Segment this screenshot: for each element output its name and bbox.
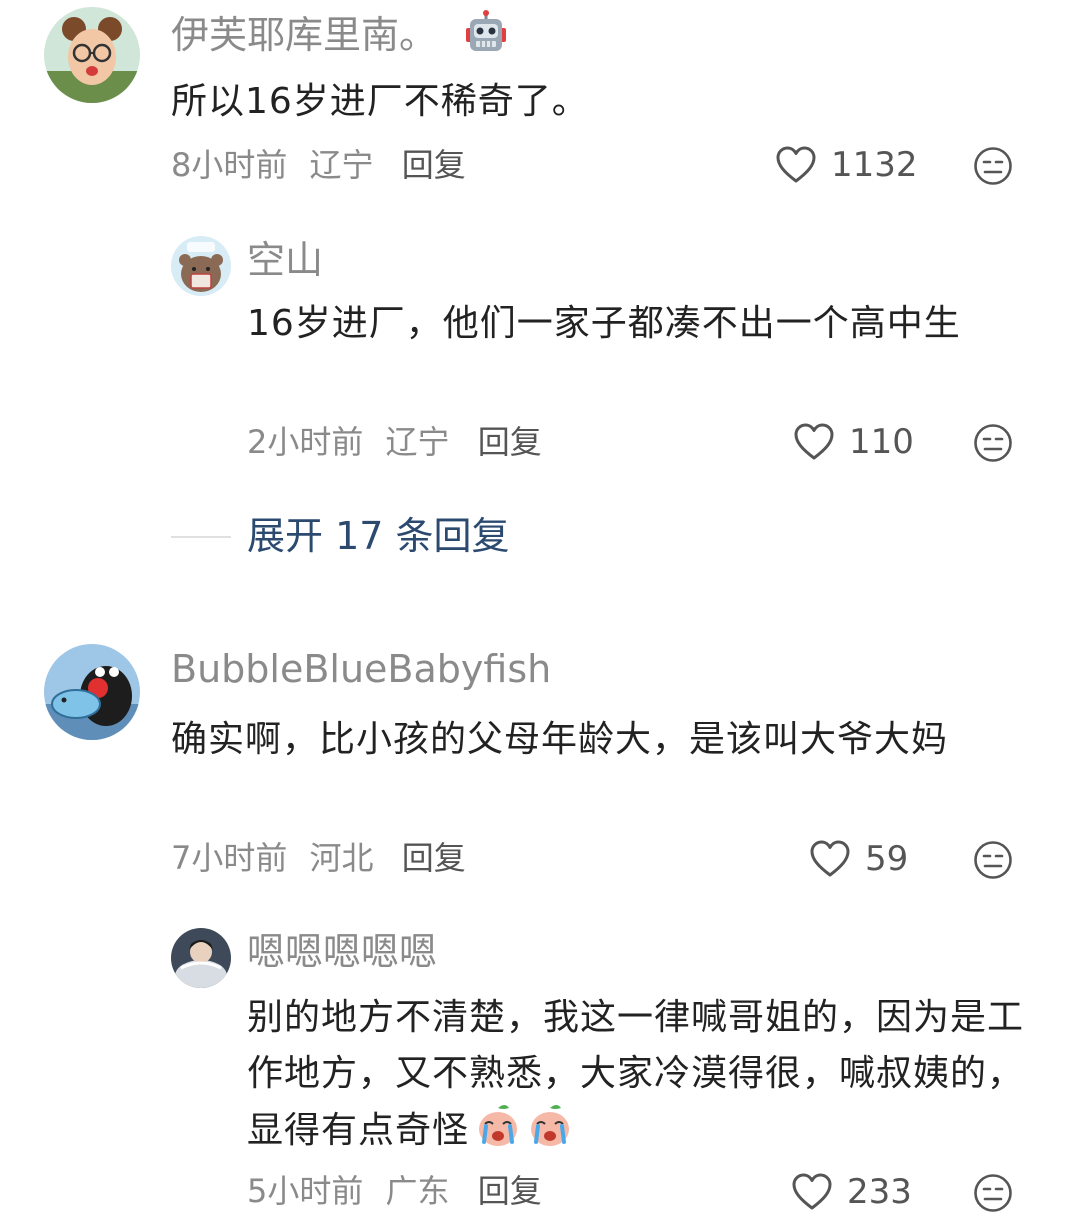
like-count: 233 xyxy=(847,1172,912,1212)
expand-replies-button[interactable]: 展开 17 条回复 xyxy=(247,513,510,559)
reply-text[interactable]: 别的地方不清楚，我这一律喊哥姐的，因为是工作地方，又不熟悉，大家冷漠得很，喊叔姨… xyxy=(247,990,1027,1159)
comment-username[interactable]: 伊芙耶库里南。 xyxy=(171,10,509,58)
like-count: 110 xyxy=(849,422,914,462)
reply-text-body: 别的地方不清楚，我这一律喊哥姐的，因为是工作地方，又不熟悉，大家冷漠得很，喊叔姨… xyxy=(247,997,1025,1151)
heart-icon xyxy=(775,145,817,185)
robot-icon xyxy=(463,10,509,56)
heart-icon xyxy=(793,422,835,462)
reply-username[interactable]: 空山 xyxy=(247,237,323,283)
reply-username[interactable]: 嗯嗯嗯嗯嗯 xyxy=(247,929,437,975)
reply-time: 5小时前 xyxy=(247,1172,364,1210)
reply-button[interactable]: 回复 xyxy=(402,146,466,184)
like-button[interactable]: 233 xyxy=(791,1170,912,1214)
reply-button[interactable]: 回复 xyxy=(478,1172,542,1210)
reply-button[interactable]: 回复 xyxy=(402,839,466,877)
avatar[interactable] xyxy=(171,236,231,296)
comment-location: 辽宁 xyxy=(309,146,374,184)
reply-button[interactable]: 回复 xyxy=(478,423,542,461)
comment-text[interactable]: 所以16岁进厂不稀奇了。 xyxy=(171,74,1031,130)
comment-text[interactable]: 确实啊，比小孩的父母年龄大，是该叫大爷大妈 xyxy=(171,712,1031,768)
dislike-icon[interactable] xyxy=(973,423,1013,463)
heart-icon xyxy=(809,839,851,879)
comment-time: 8小时前 xyxy=(171,146,288,184)
like-count: 1132 xyxy=(831,145,918,185)
like-button[interactable]: 1132 xyxy=(775,143,918,187)
reply-meta: 2小时前 辽宁 回复 xyxy=(247,422,542,462)
crying-peach-emoji xyxy=(527,1102,573,1148)
comment-location: 河北 xyxy=(309,839,374,877)
reply-location: 广东 xyxy=(385,1172,450,1210)
like-button[interactable]: 110 xyxy=(793,420,914,464)
like-count: 59 xyxy=(865,839,909,879)
comment-username[interactable]: BubbleBlueBabyfish xyxy=(171,646,551,692)
avatar[interactable] xyxy=(44,644,140,740)
dislike-icon[interactable] xyxy=(973,1173,1013,1213)
avatar[interactable] xyxy=(171,928,231,988)
like-button[interactable]: 59 xyxy=(809,837,908,881)
heart-icon xyxy=(791,1172,833,1212)
reply-time: 2小时前 xyxy=(247,423,364,461)
comment-meta: 7小时前 河北 回复 xyxy=(171,838,466,878)
comment-time: 7小时前 xyxy=(171,839,288,877)
reply-location: 辽宁 xyxy=(385,423,450,461)
reply-text[interactable]: 16岁进厂，他们一家子都凑不出一个高中生 xyxy=(247,296,1027,352)
crying-peach-emoji xyxy=(475,1102,521,1148)
expand-divider xyxy=(171,536,231,538)
comment-meta: 8小时前 辽宁 回复 xyxy=(171,145,466,185)
dislike-icon[interactable] xyxy=(973,146,1013,186)
avatar[interactable] xyxy=(44,7,140,103)
dislike-icon[interactable] xyxy=(973,840,1013,880)
reply-meta: 5小时前 广东 回复 xyxy=(247,1171,542,1211)
